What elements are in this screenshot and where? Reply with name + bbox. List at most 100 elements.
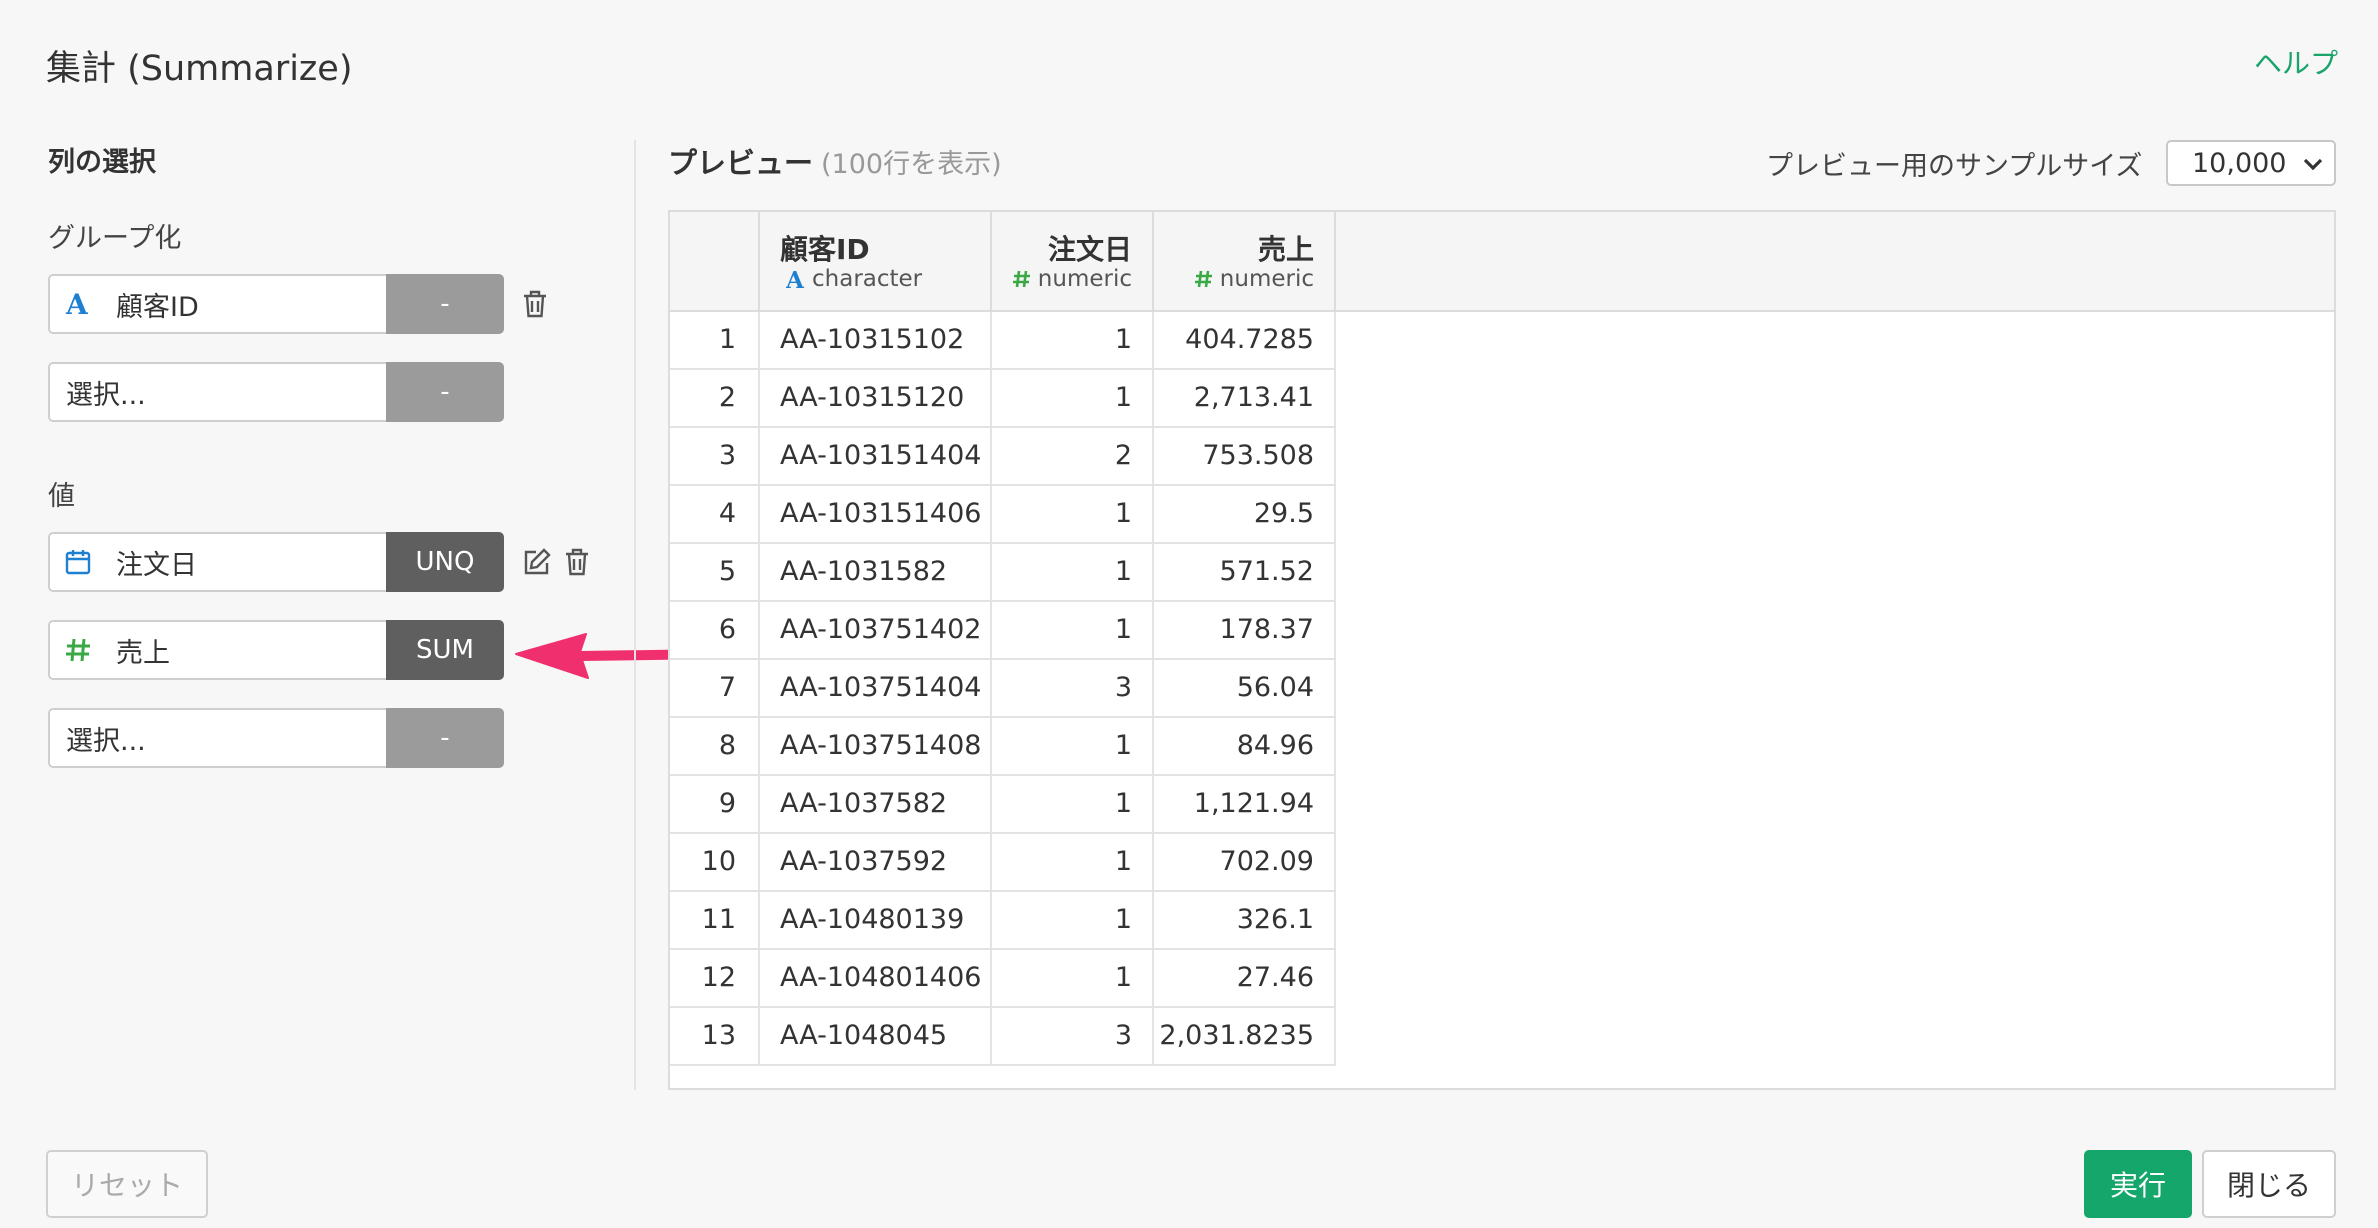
value-row-order-date: 注文日 UNQ (48, 532, 590, 592)
row-number-cell: 11 (670, 892, 760, 950)
character-type-icon: A (64, 290, 104, 318)
group-by-select-field[interactable]: 選択... (48, 362, 386, 422)
run-button[interactable]: 実行 (2084, 1150, 2192, 1218)
svg-text:A: A (65, 290, 89, 318)
numeric-type-icon (1194, 270, 1212, 288)
sales-cell: 326.1 (1154, 892, 1336, 950)
table-row: 3 AA-103151404 2 753.508 (670, 428, 1336, 486)
column-type-label: character (812, 266, 923, 292)
sales-cell: 2,713.41 (1154, 370, 1336, 428)
customer-id-cell: AA-103751404 (760, 660, 992, 718)
svg-text:A: A (786, 268, 805, 290)
numeric-type-icon (1012, 270, 1030, 288)
help-link[interactable]: ヘルプ (2254, 42, 2338, 82)
value-empty-option-button[interactable]: - (386, 708, 504, 768)
reset-button[interactable]: リセット (46, 1150, 208, 1218)
value-select-placeholder: 選択... (66, 725, 146, 757)
order-date-cell: 2 (992, 428, 1154, 486)
order-date-cell: 3 (992, 660, 1154, 718)
group-by-column-name: 顧客ID (116, 291, 199, 323)
row-number-cell: 9 (670, 776, 760, 834)
trash-icon[interactable] (522, 289, 548, 319)
table-row: 11 AA-10480139 1 326.1 (670, 892, 1336, 950)
table-row: 6 AA-103751402 1 178.37 (670, 602, 1336, 660)
aggregation-button-unq[interactable]: UNQ (386, 532, 504, 592)
row-number-cell: 5 (670, 544, 760, 602)
sales-cell: 2,031.8235 (1154, 1008, 1336, 1066)
table-row: 4 AA-103151406 1 29.5 (670, 486, 1336, 544)
value-column-field-order-date[interactable]: 注文日 (48, 532, 386, 592)
calendar-icon (64, 548, 104, 576)
sample-size-select[interactable]: 10,000 (2166, 140, 2336, 186)
table-row: 7 AA-103751404 3 56.04 (670, 660, 1336, 718)
customer-id-cell: AA-103151406 (760, 486, 992, 544)
column-header-order-date[interactable]: 注文日 numeric (992, 212, 1154, 312)
column-header-name: 注文日 (1047, 233, 1132, 266)
row-number-header (670, 212, 760, 312)
customer-id-cell: AA-10480139 (760, 892, 992, 950)
group-by-column-field[interactable]: A 顧客ID (48, 274, 386, 334)
row-number-cell: 8 (670, 718, 760, 776)
table-header: 顧客ID A character 注文日 numeric 売上 numeric (670, 212, 2334, 312)
row-number-cell: 2 (670, 370, 760, 428)
sales-cell: 84.96 (1154, 718, 1336, 776)
table-row: 13 AA-1048045 3 2,031.8235 (670, 1008, 1336, 1066)
order-date-cell: 1 (992, 718, 1154, 776)
customer-id-cell: AA-1048045 (760, 1008, 992, 1066)
group-by-empty-option-button[interactable]: - (386, 362, 504, 422)
row-number-cell: 1 (670, 312, 760, 370)
numeric-type-icon (64, 636, 104, 664)
column-type-label: numeric (1037, 266, 1132, 292)
sales-cell: 702.09 (1154, 834, 1336, 892)
customer-id-cell: AA-10315102 (760, 312, 992, 370)
order-date-cell: 1 (992, 776, 1154, 834)
column-header-name: 売上 (1257, 233, 1314, 266)
order-date-cell: 1 (992, 892, 1154, 950)
table-row: 8 AA-103751408 1 84.96 (670, 718, 1336, 776)
column-type-label: numeric (1219, 266, 1314, 292)
customer-id-cell: AA-103751408 (760, 718, 992, 776)
column-header-type: numeric (1194, 266, 1314, 292)
table-row: 2 AA-10315120 1 2,713.41 (670, 370, 1336, 428)
edit-icon[interactable] (522, 547, 552, 577)
preview-title: プレビュー (668, 146, 814, 180)
column-header-customer-id[interactable]: 顧客ID A character (760, 212, 992, 312)
sales-cell: 29.5 (1154, 486, 1336, 544)
row-number-cell: 13 (670, 1008, 760, 1066)
sample-size-value: 10,000 (2192, 147, 2287, 179)
table-body: 1 AA-10315102 1 404.7285 2 AA-10315120 1 2,713.… (670, 312, 1336, 1066)
table-row: 1 AA-10315102 1 404.7285 (670, 312, 1336, 370)
value-column-name-sales: 売上 (116, 637, 170, 669)
value-select-field[interactable]: 選択... (48, 708, 386, 768)
order-date-cell: 1 (992, 544, 1154, 602)
order-date-cell: 1 (992, 950, 1154, 1008)
customer-id-cell: AA-1037592 (760, 834, 992, 892)
preview-heading: プレビュー (100行を表示) (668, 140, 1002, 182)
chevron-down-icon (2302, 148, 2324, 179)
character-type-icon: A (786, 268, 805, 290)
order-date-cell: 1 (992, 486, 1154, 544)
customer-id-cell: AA-1031582 (760, 544, 992, 602)
column-header-type: A character (786, 266, 922, 292)
group-by-select-placeholder: 選択... (66, 379, 146, 411)
trash-icon[interactable] (564, 547, 590, 577)
order-date-cell: 1 (992, 834, 1154, 892)
group-by-label: グループ化 (48, 223, 182, 254)
row-number-cell: 6 (670, 602, 760, 660)
column-header-sales[interactable]: 売上 numeric (1154, 212, 1336, 312)
preview-table[interactable]: 顧客ID A character 注文日 numeric 売上 numeric … (668, 210, 2336, 1090)
sales-cell: 178.37 (1154, 602, 1336, 660)
table-row: 12 AA-104801406 1 27.46 (670, 950, 1336, 1008)
group-by-option-button[interactable]: - (386, 274, 504, 334)
close-button[interactable]: 閉じる (2202, 1150, 2336, 1218)
panel-divider (634, 140, 636, 1090)
customer-id-cell: AA-10315120 (760, 370, 992, 428)
column-header-name: 顧客ID (780, 233, 870, 266)
row-number-cell: 10 (670, 834, 760, 892)
value-column-field-sales[interactable]: 売上 (48, 620, 386, 680)
row-number-cell: 4 (670, 486, 760, 544)
values-label: 値 (48, 481, 75, 512)
sales-cell: 1,121.94 (1154, 776, 1336, 834)
aggregation-button-sum[interactable]: SUM (386, 620, 504, 680)
order-date-cell: 1 (992, 602, 1154, 660)
